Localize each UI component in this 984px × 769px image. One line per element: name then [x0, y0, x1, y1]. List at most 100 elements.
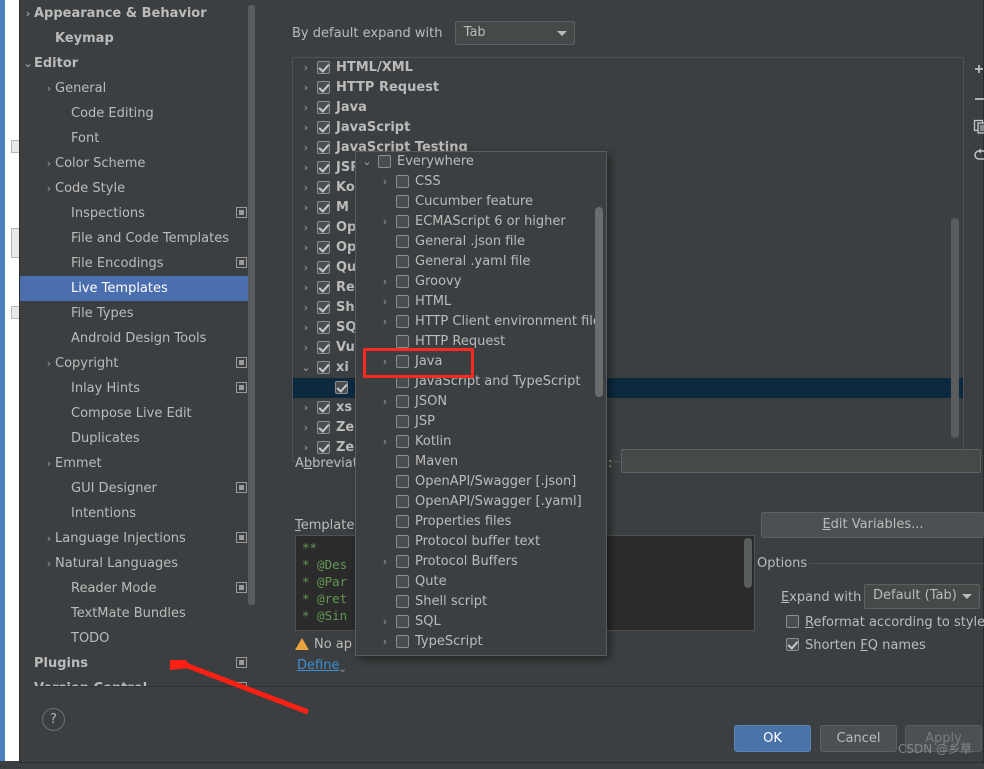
- chevron-right-icon[interactable]: ›: [378, 212, 392, 232]
- chevron-right-icon[interactable]: ›: [378, 172, 392, 192]
- context-popup-item[interactable]: Qute: [356, 572, 606, 592]
- sidebar-item-color-scheme[interactable]: › Color Scheme: [20, 151, 255, 176]
- settings-sidebar-tree[interactable]: › Appearance & Behavior Keymap ⌄ Editor › Gene…: [20, 1, 255, 686]
- context-popup-item[interactable]: General .json file: [356, 232, 606, 252]
- chevron-right-icon[interactable]: ›: [299, 338, 313, 358]
- context-popup-checkbox[interactable]: [396, 215, 409, 228]
- expand-with-combobox[interactable]: Default (Tab): [864, 584, 980, 609]
- chevron-right-icon[interactable]: ›: [299, 278, 313, 298]
- template-group-row[interactable]: › HTTP Request: [293, 78, 963, 98]
- chevron-right-icon[interactable]: ›: [299, 438, 313, 458]
- chevron-right-icon[interactable]: ›: [299, 238, 313, 258]
- chevron-right-icon[interactable]: ›: [299, 298, 313, 318]
- chevron-right-icon[interactable]: ›: [378, 552, 392, 572]
- context-popup-scrollbar[interactable]: [595, 207, 603, 397]
- sidebar-item-gui-designer[interactable]: GUI Designer: [20, 476, 255, 501]
- template-group-checkbox[interactable]: [335, 381, 348, 394]
- chevron-down-icon[interactable]: ⌄: [299, 358, 313, 378]
- reformat-checkbox[interactable]: [786, 615, 799, 628]
- context-popup-item[interactable]: General .yaml file: [356, 252, 606, 272]
- chevron-right-icon[interactable]: ›: [299, 418, 313, 438]
- sidebar-item-font[interactable]: Font: [20, 126, 255, 151]
- context-popup-item[interactable]: JSP: [356, 412, 606, 432]
- chevron-right-icon[interactable]: ›: [378, 312, 392, 332]
- chevron-down-icon-define[interactable]: ⌄: [338, 662, 347, 675]
- shorten-fq-names-checkbox[interactable]: [786, 638, 799, 651]
- sidebar-item-emmet[interactable]: › Emmet: [20, 451, 255, 476]
- template-group-checkbox[interactable]: [317, 401, 330, 414]
- context-popup-checkbox[interactable]: [396, 495, 409, 508]
- chevron-down-icon[interactable]: ⌄: [360, 152, 374, 172]
- chevron-right-icon[interactable]: ›: [299, 258, 313, 278]
- context-popup-checkbox[interactable]: [396, 555, 409, 568]
- context-popup-checkbox[interactable]: [396, 315, 409, 328]
- context-popup-checkbox[interactable]: [378, 155, 391, 168]
- template-group-checkbox[interactable]: [317, 321, 330, 334]
- context-popup-item[interactable]: ⌄ Everywhere: [356, 152, 606, 172]
- context-popup-checkbox[interactable]: [396, 535, 409, 548]
- duplicate-template-button[interactable]: [964, 113, 984, 141]
- context-popup-checkbox[interactable]: [396, 595, 409, 608]
- sidebar-item-duplicates[interactable]: Duplicates: [20, 426, 255, 451]
- template-group-checkbox[interactable]: [317, 221, 330, 234]
- restore-defaults-button[interactable]: [964, 141, 984, 169]
- template-group-checkbox[interactable]: [317, 241, 330, 254]
- context-popup-checkbox[interactable]: [396, 395, 409, 408]
- chevron-right-icon[interactable]: ›: [299, 198, 313, 218]
- chevron-right-icon[interactable]: ›: [378, 392, 392, 412]
- context-popup-checkbox[interactable]: [396, 515, 409, 528]
- context-popup-item[interactable]: Maven: [356, 452, 606, 472]
- templates-toolbar[interactable]: [964, 57, 984, 462]
- sidebar-item-inspections[interactable]: Inspections: [20, 201, 255, 226]
- context-popup-checkbox[interactable]: [396, 195, 409, 208]
- context-popup-item[interactable]: Properties files: [356, 512, 606, 532]
- sidebar-item-live-templates[interactable]: Live Templates: [20, 276, 255, 301]
- template-group-checkbox[interactable]: [317, 101, 330, 114]
- sidebar-item-appearance-behavior[interactable]: › Appearance & Behavior: [20, 1, 255, 26]
- template-group-row[interactable]: › HTML/XML: [293, 58, 963, 78]
- context-popup-checkbox[interactable]: [396, 475, 409, 488]
- context-popup-checkbox[interactable]: [396, 275, 409, 288]
- sidebar-item-file-and-code-templates[interactable]: File and Code Templates: [20, 226, 255, 251]
- template-group-checkbox[interactable]: [317, 141, 330, 154]
- sidebar-item-inlay-hints[interactable]: Inlay Hints: [20, 376, 255, 401]
- chevron-right-icon[interactable]: ›: [299, 118, 313, 138]
- context-selection-popup[interactable]: ⌄ Everywhere › CSS Cucumber feature › ECMAScri…: [355, 151, 607, 656]
- chevron-right-icon[interactable]: ›: [378, 432, 392, 452]
- sidebar-item-file-encodings[interactable]: File Encodings: [20, 251, 255, 276]
- context-popup-checkbox[interactable]: [396, 255, 409, 268]
- context-popup-checkbox[interactable]: [396, 455, 409, 468]
- sidebar-item-general[interactable]: › General: [20, 76, 255, 101]
- sidebar-item-language-injections[interactable]: › Language Injections: [20, 526, 255, 551]
- template-group-checkbox[interactable]: [317, 61, 330, 74]
- sidebar-item-file-types[interactable]: File Types: [20, 301, 255, 326]
- sidebar-item-intentions[interactable]: Intentions: [20, 501, 255, 526]
- sidebar-item-editor[interactable]: ⌄ Editor: [20, 51, 255, 76]
- chevron-right-icon[interactable]: ›: [378, 272, 392, 292]
- remove-template-button[interactable]: [964, 85, 984, 113]
- context-popup-checkbox[interactable]: [396, 415, 409, 428]
- template-group-checkbox[interactable]: [317, 341, 330, 354]
- context-popup-item[interactable]: › Groovy: [356, 272, 606, 292]
- sidebar-item-textmate-bundles[interactable]: TextMate Bundles: [20, 601, 255, 626]
- ok-button[interactable]: OK: [734, 725, 811, 752]
- chevron-right-icon[interactable]: ›: [299, 58, 313, 78]
- cancel-button[interactable]: Cancel: [820, 725, 897, 752]
- context-popup-item[interactable]: OpenAPI/Swagger [.yaml]: [356, 492, 606, 512]
- chevron-right-icon[interactable]: ›: [299, 158, 313, 178]
- template-group-checkbox[interactable]: [317, 441, 330, 454]
- context-popup-checkbox[interactable]: [396, 615, 409, 628]
- chevron-right-icon[interactable]: ›: [378, 292, 392, 312]
- chevron-right-icon[interactable]: ›: [299, 178, 313, 198]
- add-template-button[interactable]: [964, 57, 984, 85]
- chevron-right-icon[interactable]: ›: [378, 612, 392, 632]
- context-popup-checkbox[interactable]: [396, 235, 409, 248]
- context-popup-item[interactable]: › JSON: [356, 392, 606, 412]
- context-popup-item[interactable]: OpenAPI/Swagger [.json]: [356, 472, 606, 492]
- context-popup-item[interactable]: › CSS: [356, 172, 606, 192]
- context-popup-item[interactable]: › TypeScript: [356, 632, 606, 652]
- template-group-checkbox[interactable]: [317, 201, 330, 214]
- context-popup-item[interactable]: › Protocol Buffers: [356, 552, 606, 572]
- context-popup-item[interactable]: Protocol buffer text: [356, 532, 606, 552]
- template-group-row[interactable]: › JavaScript: [293, 118, 963, 138]
